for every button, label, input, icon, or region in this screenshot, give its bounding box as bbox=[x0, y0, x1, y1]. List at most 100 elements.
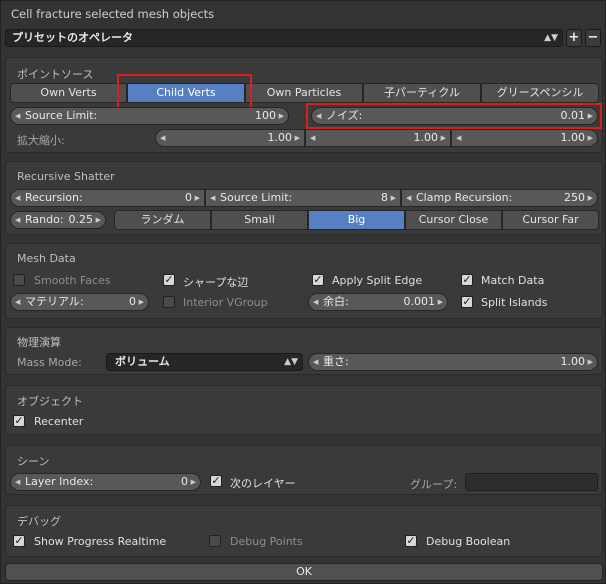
match-data-label: Match Data bbox=[481, 274, 545, 287]
preset-dropdown-label: プリセットのオペレータ bbox=[12, 31, 133, 44]
smooth-faces-checkbox[interactable] bbox=[13, 274, 25, 286]
group-input[interactable] bbox=[465, 473, 598, 491]
left-arrow-icon: ◀ bbox=[210, 194, 216, 202]
mode-own-particles[interactable]: Own Particles bbox=[245, 83, 363, 103]
clamp-recursion-value: 250 bbox=[564, 191, 585, 204]
scale-z-field[interactable]: ◀ 1.00 ▶ bbox=[451, 129, 598, 147]
layer-index-label: Layer Index: bbox=[25, 475, 94, 488]
mode-own-verts[interactable]: Own Verts bbox=[10, 83, 127, 103]
debug-points-label: Debug Points bbox=[230, 535, 303, 548]
clamp-recursion-field[interactable]: ◀ Clamp Recursion: 250 ▶ bbox=[401, 189, 598, 207]
margin-field[interactable]: ◀ 余白: 0.001 ▶ bbox=[308, 293, 448, 311]
split-islands-checkbox[interactable]: ✓ bbox=[461, 296, 473, 308]
interior-vgroup-checkbox[interactable] bbox=[163, 296, 175, 308]
scale-y-field[interactable]: ◀ 1.00 ▶ bbox=[305, 129, 451, 147]
debug-boolean-checkbox[interactable]: ✓ bbox=[405, 535, 417, 547]
scale-y-value: 1.00 bbox=[413, 131, 439, 144]
clamp-recursion-label: Clamp Recursion: bbox=[416, 191, 513, 204]
rando-label: Rando: bbox=[25, 213, 64, 226]
object-title: オブジェクト bbox=[17, 395, 83, 408]
recursive-shatter-title: Recursive Shatter bbox=[17, 170, 115, 183]
apply-split-edge-checkbox[interactable]: ✓ bbox=[312, 274, 324, 286]
sharp-edges-checkbox[interactable]: ✓ bbox=[163, 274, 175, 286]
sharp-edges-label: シャープな辺 bbox=[183, 276, 249, 289]
interior-vgroup-label: Interior VGroup bbox=[183, 296, 268, 309]
shatter-mode-random[interactable]: ランダム bbox=[114, 210, 211, 230]
left-arrow-icon: ◀ bbox=[313, 358, 319, 366]
mode-grease-pencil[interactable]: グリースペンシル bbox=[481, 83, 599, 103]
smooth-faces-label: Smooth Faces bbox=[34, 274, 111, 287]
match-data-checkbox[interactable]: ✓ bbox=[461, 274, 473, 286]
scale-x-field[interactable]: ◀ 1.00 ▶ bbox=[155, 129, 305, 147]
mass-value: 1.00 bbox=[560, 355, 586, 368]
debug-boolean-label: Debug Boolean bbox=[426, 535, 511, 548]
right-arrow-icon: ▶ bbox=[194, 194, 200, 202]
left-arrow-icon: ◀ bbox=[15, 298, 21, 306]
right-arrow-icon: ▶ bbox=[190, 478, 196, 486]
add-preset-button[interactable]: + bbox=[566, 29, 582, 47]
debug-panel bbox=[5, 505, 603, 557]
right-arrow-icon: ▶ bbox=[437, 298, 443, 306]
mass-mode-label: Mass Mode: bbox=[17, 356, 82, 369]
apply-split-edge-label: Apply Split Edge bbox=[332, 274, 423, 287]
rando-field[interactable]: ◀ Rando: 0.25 ▶ bbox=[10, 211, 106, 229]
next-layer-checkbox[interactable]: ✓ bbox=[210, 475, 222, 487]
mesh-data-title: Mesh Data bbox=[17, 252, 76, 265]
physics-title: 物理演算 bbox=[17, 336, 61, 349]
point-source-title: ポイントソース bbox=[17, 68, 94, 81]
left-arrow-icon: ◀ bbox=[15, 112, 21, 120]
mass-mode-dropdown[interactable]: ボリューム ▲▼ bbox=[106, 353, 303, 371]
updown-arrows-icon: ▲▼ bbox=[284, 357, 298, 367]
preset-dropdown[interactable]: プリセットのオペレータ ▲▼ bbox=[5, 29, 563, 47]
left-arrow-icon: ◀ bbox=[160, 134, 166, 142]
left-arrow-icon: ◀ bbox=[15, 478, 21, 486]
shatter-mode-cursor-far[interactable]: Cursor Far bbox=[502, 210, 599, 230]
show-progress-label: Show Progress Realtime bbox=[34, 535, 167, 548]
shatter-mode-cursor-close[interactable]: Cursor Close bbox=[405, 210, 502, 230]
recursion-value: 0 bbox=[185, 191, 192, 204]
debug-points-checkbox[interactable] bbox=[209, 535, 221, 547]
mass-field[interactable]: ◀ 重さ: 1.00 ▶ bbox=[308, 353, 598, 371]
source-limit-field[interactable]: ◀ Source Limit: 100 ▶ bbox=[10, 107, 289, 125]
material-field[interactable]: ◀ マテリアル: 0 ▶ bbox=[10, 293, 149, 311]
source-limit-value: 100 bbox=[255, 109, 276, 122]
shatter-mode-small[interactable]: Small bbox=[211, 210, 308, 230]
mass-mode-value: ボリューム bbox=[115, 355, 170, 368]
show-progress-checkbox[interactable]: ✓ bbox=[13, 535, 25, 547]
right-arrow-icon: ▶ bbox=[138, 298, 144, 306]
left-arrow-icon: ◀ bbox=[406, 194, 412, 202]
right-arrow-icon: ▶ bbox=[587, 134, 593, 142]
source-limit-label: Source Limit: bbox=[25, 109, 98, 122]
recenter-checkbox[interactable]: ✓ bbox=[13, 415, 25, 427]
margin-value: 0.001 bbox=[403, 295, 436, 308]
remove-preset-button[interactable]: − bbox=[585, 29, 601, 47]
left-arrow-icon: ◀ bbox=[15, 194, 21, 202]
dialog-title: Cell fracture selected mesh objects bbox=[11, 7, 215, 21]
right-arrow-icon: ▶ bbox=[390, 194, 396, 202]
recursion-field[interactable]: ◀ Recursion: 0 ▶ bbox=[10, 189, 205, 207]
rando-value: 0.25 bbox=[68, 213, 94, 226]
left-arrow-icon: ◀ bbox=[313, 298, 319, 306]
margin-label: 余白: bbox=[323, 295, 349, 308]
material-label: マテリアル: bbox=[25, 295, 84, 308]
recenter-label: Recenter bbox=[34, 415, 84, 428]
layer-index-field[interactable]: ◀ Layer Index: 0 ▶ bbox=[10, 473, 201, 491]
scale-label: 拡大縮小: bbox=[17, 134, 65, 147]
ok-button[interactable]: OK bbox=[5, 563, 603, 581]
next-layer-label: 次のレイヤー bbox=[230, 477, 296, 490]
object-panel bbox=[5, 385, 603, 435]
shatter-mode-big[interactable]: Big bbox=[308, 210, 405, 230]
mass-label: 重さ: bbox=[323, 355, 349, 368]
right-arrow-icon: ▶ bbox=[278, 112, 284, 120]
right-arrow-icon: ▶ bbox=[587, 194, 593, 202]
right-arrow-icon: ▶ bbox=[440, 134, 446, 142]
scale-z-value: 1.00 bbox=[560, 131, 586, 144]
recursive-source-limit-field[interactable]: ◀ Source Limit: 8 ▶ bbox=[205, 189, 401, 207]
mode-child-particles[interactable]: 子パーティクル bbox=[363, 83, 481, 103]
recursive-source-limit-label: Source Limit: bbox=[220, 191, 293, 204]
split-islands-label: Split Islands bbox=[481, 296, 548, 309]
group-label: グループ: bbox=[410, 478, 458, 491]
left-arrow-icon: ◀ bbox=[456, 134, 462, 142]
updown-arrows-icon: ▲▼ bbox=[544, 33, 558, 43]
recursion-label: Recursion: bbox=[25, 191, 83, 204]
